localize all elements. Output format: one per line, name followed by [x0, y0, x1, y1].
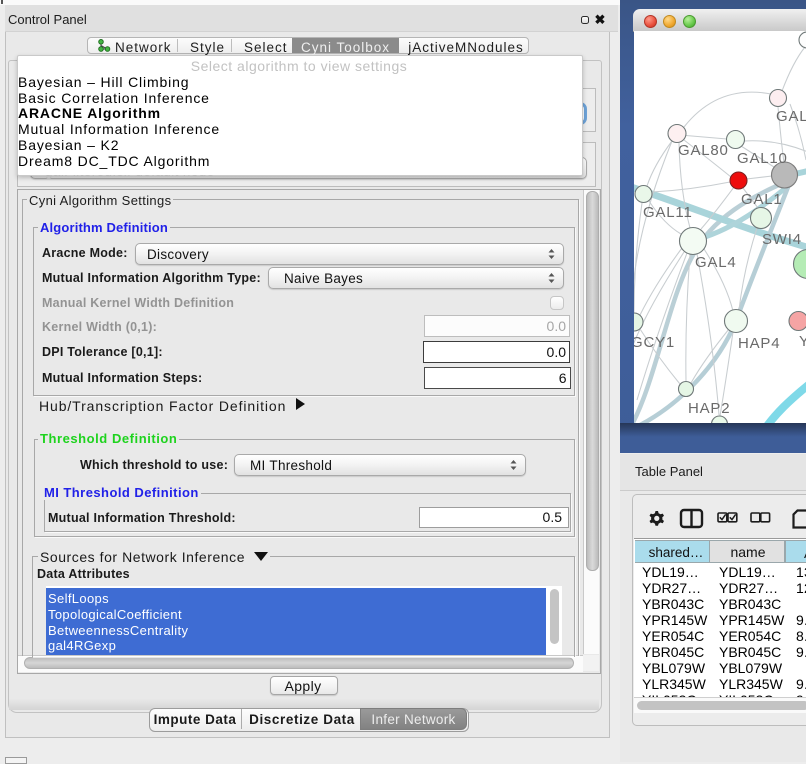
svg-text:GAL4: GAL4 — [695, 254, 737, 271]
svg-text:GAL2: GAL2 — [776, 108, 806, 125]
svg-text:HAP4: HAP4 — [738, 335, 780, 352]
svg-text:HAP2: HAP2 — [688, 400, 730, 417]
svg-text:GCY1: GCY1 — [634, 334, 675, 351]
svg-text:Y: Y — [799, 333, 806, 350]
svg-text:SWI4: SWI4 — [762, 231, 802, 248]
svg-text:GAL10: GAL10 — [737, 150, 788, 167]
svg-text:GAL1: GAL1 — [741, 191, 783, 208]
svg-text:GAL80: GAL80 — [678, 142, 729, 159]
svg-text:GAL11: GAL11 — [643, 204, 693, 221]
